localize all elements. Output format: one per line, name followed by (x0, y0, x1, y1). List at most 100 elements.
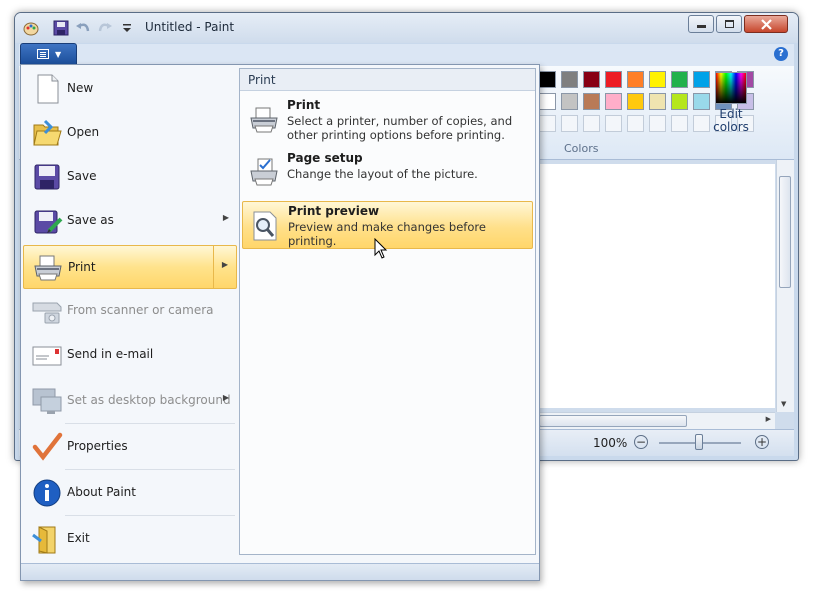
menu-item-label: About Paint (67, 485, 136, 499)
open-folder-icon (33, 119, 62, 146)
maximize-button[interactable] (716, 15, 742, 33)
edit-colors-button[interactable]: Edit colors (709, 72, 753, 134)
desktop-icon (32, 388, 62, 414)
menu-item-label: Send in e-mail (67, 347, 154, 361)
menu-item-label: Print (68, 260, 96, 274)
menu-separator (65, 515, 235, 516)
custom-color-slot[interactable] (671, 115, 688, 132)
horizontal-scroll-thumb[interactable] (539, 415, 687, 427)
color-swatch[interactable] (605, 71, 622, 88)
menu-item-label: New (67, 81, 94, 95)
menu-item-label: Save as (67, 213, 114, 227)
menu-item-label: Set as desktop background (67, 393, 231, 407)
redo-icon[interactable] (97, 20, 113, 36)
page-setup-icon (250, 158, 278, 186)
menu-item-save[interactable]: Save (23, 155, 237, 199)
color-swatch[interactable] (671, 71, 688, 88)
chevron-right-icon[interactable]: ▶ (222, 260, 228, 269)
color-swatch[interactable] (583, 93, 600, 110)
submenu-item-description: Preview and make changes before printing… (288, 220, 486, 248)
zoom-in-button[interactable]: + (755, 435, 769, 449)
menu-item-print[interactable]: Print ▶ (23, 245, 237, 289)
menu-item-about-paint[interactable]: About Paint (23, 471, 237, 515)
menu-item-label: Properties (67, 439, 128, 453)
color-spectrum-icon (715, 72, 747, 104)
custom-color-slot[interactable] (539, 115, 556, 132)
menu-item-properties[interactable]: Properties (23, 425, 237, 469)
color-swatch[interactable] (539, 93, 556, 110)
submenu-item-page-setup[interactable]: Page setup Change the layout of the pict… (242, 149, 533, 197)
new-document-icon (37, 74, 59, 104)
menu-item-set-desktop-background[interactable]: Set as desktop background ▶ (23, 379, 237, 423)
menu-item-new[interactable]: New (23, 67, 237, 111)
menu-separator (65, 469, 235, 470)
application-menu-commands: New Open Save Save as ▶ Print ▶ From sca… (21, 65, 239, 565)
customize-toolbar-icon[interactable] (119, 20, 135, 36)
color-swatch[interactable] (649, 93, 666, 110)
restore-icon (725, 20, 734, 28)
submenu-header: Print (240, 69, 535, 91)
printer-icon (34, 255, 62, 281)
horizontal-scrollbar[interactable]: ▶ (539, 412, 775, 429)
zoom-out-button[interactable]: − (634, 435, 648, 449)
color-swatch[interactable] (649, 71, 666, 88)
zoom-slider-thumb[interactable] (695, 434, 703, 450)
submenu-item-title: Print preview (288, 204, 380, 218)
undo-icon[interactable] (75, 20, 91, 36)
custom-color-slot[interactable] (605, 115, 622, 132)
submenu-item-title: Page setup (287, 151, 363, 165)
mouse-cursor-icon (374, 238, 388, 259)
submenu-item-print[interactable]: Print Select a printer, number of copies… (242, 96, 533, 144)
submenu-item-description: Select a printer, number of copies, and … (287, 114, 513, 142)
color-swatch[interactable] (671, 93, 688, 110)
save-icon[interactable] (53, 20, 69, 36)
menu-item-exit[interactable]: Exit (23, 517, 237, 561)
custom-color-slot[interactable] (561, 115, 578, 132)
color-swatch[interactable] (561, 71, 578, 88)
chevron-down-icon: ▼ (55, 50, 62, 59)
paint-menu-button[interactable]: ▼ (20, 43, 77, 65)
custom-color-slot[interactable] (627, 115, 644, 132)
color-swatch[interactable] (693, 71, 710, 88)
color-swatch[interactable] (539, 71, 556, 88)
vertical-scroll-thumb[interactable] (779, 176, 791, 288)
paint-app-icon[interactable] (23, 20, 39, 36)
custom-color-slot[interactable] (583, 115, 600, 132)
color-swatch[interactable] (605, 93, 622, 110)
custom-color-slot[interactable] (693, 115, 710, 132)
scroll-right-arrow-icon[interactable]: ▶ (766, 415, 771, 423)
color-swatch[interactable] (627, 71, 644, 88)
close-icon (761, 19, 772, 30)
color-swatch[interactable] (583, 71, 600, 88)
printer-icon (250, 107, 278, 133)
help-icon[interactable]: ? (774, 47, 788, 61)
menu-separator (65, 423, 235, 424)
scanner-icon (32, 302, 62, 324)
ribbon-tab-strip (19, 44, 794, 66)
menu-item-from-scanner[interactable]: From scanner or camera (23, 289, 237, 333)
scroll-down-arrow-icon[interactable]: ▼ (781, 400, 786, 408)
minimize-button[interactable] (688, 15, 714, 33)
print-preview-icon (253, 211, 277, 241)
close-button[interactable] (744, 15, 788, 33)
window-title: Untitled - Paint (145, 20, 235, 34)
color-swatch[interactable] (627, 93, 644, 110)
drawing-canvas[interactable] (539, 164, 775, 408)
color-swatch[interactable] (693, 93, 710, 110)
menu-item-send-email[interactable]: Send in e-mail (23, 333, 237, 377)
application-menu: New Open Save Save as ▶ Print ▶ From sca… (20, 64, 540, 581)
minimize-icon (697, 25, 706, 28)
email-icon (32, 346, 62, 366)
submenu-item-title: Print (287, 98, 321, 112)
menu-document-icon (37, 49, 49, 59)
menu-item-label: Open (67, 125, 100, 139)
custom-color-slot[interactable] (649, 115, 666, 132)
color-swatch[interactable] (561, 93, 578, 110)
menu-item-label: Save (67, 169, 97, 183)
exit-icon (32, 526, 56, 554)
edit-colors-label: Edit colors (713, 107, 749, 134)
menu-item-open[interactable]: Open (23, 111, 237, 155)
menu-item-save-as[interactable]: Save as ▶ (23, 199, 237, 243)
colors-group-label: Colors (564, 142, 599, 155)
vertical-scrollbar[interactable]: ▼ (776, 160, 794, 412)
